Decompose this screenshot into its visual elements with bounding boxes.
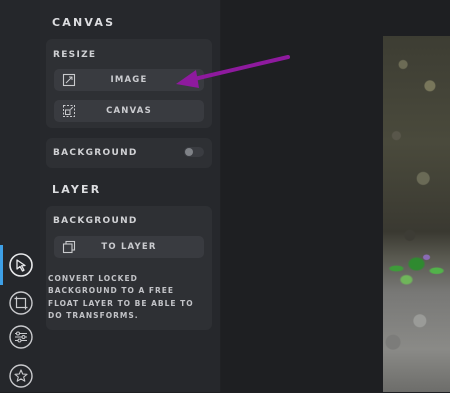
adjust-sliders-icon bbox=[9, 325, 33, 349]
resize-label: RESIZE bbox=[53, 50, 97, 60]
layer-section-title: LAYER bbox=[52, 183, 102, 196]
active-tool-indicator bbox=[0, 245, 3, 285]
resize-canvas-button[interactable]: CANVAS bbox=[54, 100, 204, 122]
canvas-panel: CANVAS RESIZE IMAGE CANVAS BACKGROUND LA… bbox=[40, 0, 221, 392]
layer-background-label: BACKGROUND bbox=[53, 216, 138, 226]
tool-rail bbox=[0, 0, 41, 392]
resize-image-label: IMAGE bbox=[110, 75, 148, 85]
background-toggle-switch[interactable] bbox=[184, 147, 204, 157]
canvas-section-title: CANVAS bbox=[52, 16, 116, 29]
cursor-select-tool[interactable] bbox=[4, 248, 38, 282]
layer-description: CONVERT LOCKED BACKGROUND TO A FREE FLOA… bbox=[48, 274, 194, 320]
sticker-tool[interactable] bbox=[4, 359, 38, 393]
toggle-knob bbox=[185, 148, 193, 156]
adjust-tool[interactable] bbox=[4, 320, 38, 354]
resize-image-button[interactable]: IMAGE bbox=[54, 69, 204, 91]
background-toggle-card: BACKGROUND bbox=[46, 138, 212, 168]
crop-tool[interactable] bbox=[4, 286, 38, 320]
star-badge-icon bbox=[9, 364, 33, 388]
cursor-select-icon bbox=[9, 253, 33, 277]
resize-card: RESIZE IMAGE CANVAS bbox=[46, 39, 212, 128]
canvas-photo[interactable] bbox=[383, 36, 450, 392]
to-layer-label: TO LAYER bbox=[101, 242, 157, 252]
photo-plants bbox=[383, 246, 450, 291]
to-layer-button[interactable]: TO LAYER bbox=[54, 236, 204, 258]
resize-canvas-label: CANVAS bbox=[106, 106, 152, 116]
background-toggle-label: BACKGROUND bbox=[53, 148, 138, 158]
crop-frame-icon bbox=[9, 291, 33, 315]
